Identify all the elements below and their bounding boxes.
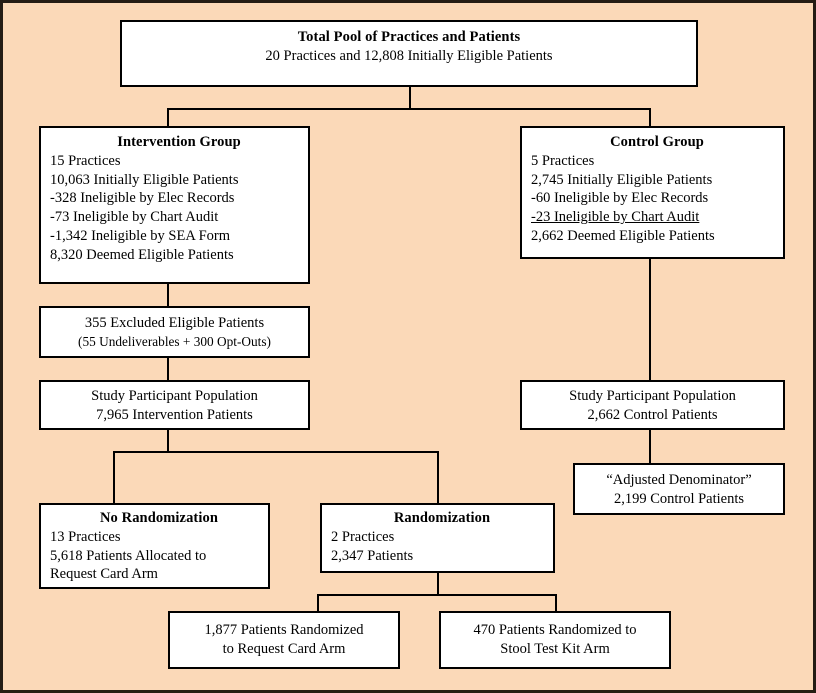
connector-studypop-control-to-adjusted	[649, 430, 651, 463]
no-randomization-line-3: Request Card Arm	[50, 566, 158, 583]
connector-randomization-to-branch	[437, 573, 439, 595]
connector-branch-to-request-card	[317, 594, 319, 611]
node-excluded-eligible[interactable]: 355 Excluded Eligible Patients (55 Undel…	[39, 306, 310, 358]
intervention-line-2: 10,063 Initially Eligible Patients	[50, 171, 239, 188]
intervention-line-1: 15 Practices	[50, 152, 121, 169]
request-card-arm-line-2: to Request Card Arm	[222, 640, 346, 657]
control-line-1: 5 Practices	[531, 152, 595, 169]
control-line-5: 2,662 Deemed Eligible Patients	[531, 228, 715, 245]
connector-branch-to-randomization	[437, 451, 439, 503]
connector-control-to-studypop	[649, 259, 651, 380]
flowchart-canvas: Total Pool of Practices and Patients 20 …	[0, 0, 816, 693]
no-randomization-line-1: 13 Practices	[50, 528, 121, 545]
adjusted-denominator-line-2: 2,199 Control Patients	[613, 490, 745, 507]
node-intervention-group[interactable]: Intervention Group 15 Practices 10,063 I…	[39, 126, 310, 284]
node-study-population-intervention[interactable]: Study Participant Population 7,965 Inter…	[39, 380, 310, 430]
request-card-arm-line-1: 1,877 Patients Randomized	[204, 622, 364, 638]
intervention-line-6: 8,320 Deemed Eligible Patients	[50, 246, 234, 263]
node-control-group[interactable]: Control Group 5 Practices 2,745 Initiall…	[520, 126, 785, 259]
connector-split-to-control	[649, 108, 651, 126]
node-adjusted-denominator[interactable]: “Adjusted Denominator” 2,199 Control Pat…	[573, 463, 785, 515]
control-group-title: Control Group	[610, 134, 704, 150]
control-line-2: 2,745 Initially Eligible Patients	[531, 171, 713, 188]
no-randomization-title: No Randomization	[99, 510, 218, 526]
node-no-randomization[interactable]: No Randomization 13 Practices 5,618 Pati…	[39, 503, 270, 589]
node-total-pool[interactable]: Total Pool of Practices and Patients 20 …	[120, 20, 698, 87]
control-line-4: -23 Ineligible by Chart Audit	[531, 209, 700, 226]
connector-split-to-intervention	[167, 108, 169, 126]
node-randomization[interactable]: Randomization 2 Practices 2,347 Patients	[320, 503, 555, 573]
connector-studypop-to-branch	[167, 430, 169, 452]
study-pop-intervention-line-1: Study Participant Population	[91, 388, 258, 404]
connector-excluded-to-studypop	[167, 358, 169, 380]
total-pool-line-1: 20 Practices and 12,808 Initially Eligib…	[265, 47, 553, 64]
excluded-line-2: (55 Undeliverables + 300 Opt-Outs)	[78, 333, 271, 349]
connector-branch-horizontal-bottom	[317, 594, 557, 596]
intervention-line-4: -73 Ineligible by Chart Audit	[50, 209, 219, 226]
total-pool-title: Total Pool of Practices and Patients	[297, 29, 521, 45]
connector-branch-to-stool-kit	[555, 594, 557, 611]
randomization-line-2: 2,347 Patients	[331, 547, 414, 564]
study-pop-control-line-1: Study Participant Population	[569, 388, 736, 404]
excluded-line-1: 355 Excluded Eligible Patients	[84, 315, 265, 331]
intervention-line-3: -328 Ineligible by Elec Records	[50, 190, 235, 207]
intervention-group-title: Intervention Group	[117, 134, 241, 150]
study-pop-intervention-line-2: 7,965 Intervention Patients	[96, 406, 253, 423]
connector-intervention-to-excluded	[167, 284, 169, 306]
randomization-title: Randomization	[393, 510, 491, 526]
intervention-line-5: -1,342 Ineligible by SEA Form	[50, 228, 231, 245]
study-pop-control-line-2: 2,662 Control Patients	[587, 406, 718, 423]
stool-test-kit-arm-line-1: 470 Patients Randomized to	[473, 622, 637, 638]
adjusted-denominator-line-1: “Adjusted Denominator”	[606, 472, 752, 488]
node-stool-test-kit-arm[interactable]: 470 Patients Randomized to Stool Test Ki…	[439, 611, 671, 669]
node-request-card-arm[interactable]: 1,877 Patients Randomized to Request Car…	[168, 611, 400, 669]
no-randomization-line-2: 5,618 Patients Allocated to	[50, 547, 207, 564]
control-line-3: -60 Ineligible by Elec Records	[531, 190, 709, 207]
randomization-line-1: 2 Practices	[331, 528, 395, 545]
connector-total-to-split	[409, 87, 411, 109]
connector-split-horizontal-top	[167, 108, 651, 110]
connector-branch-to-no-randomization	[113, 451, 115, 503]
stool-test-kit-arm-line-2: Stool Test Kit Arm	[500, 640, 610, 657]
connector-branch-horizontal-mid	[113, 451, 439, 453]
node-study-population-control[interactable]: Study Participant Population 2,662 Contr…	[520, 380, 785, 430]
